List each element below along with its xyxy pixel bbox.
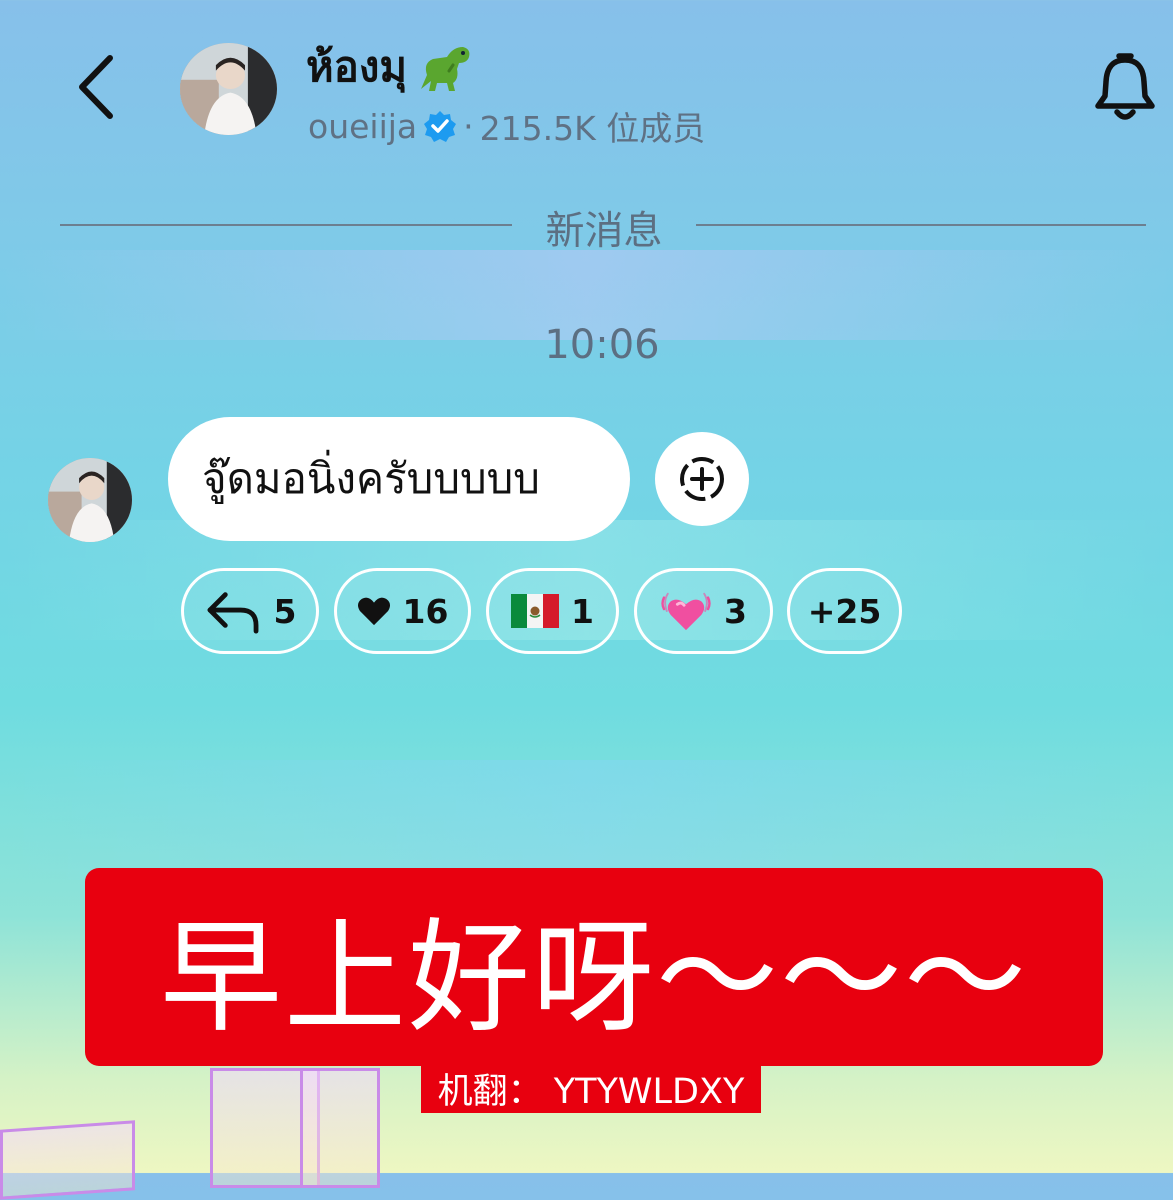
reaction-count: 16	[402, 591, 449, 631]
message-text: จู๊ดมอนิ่งครับบบบบ	[202, 454, 540, 503]
chevron-left-icon	[79, 55, 113, 119]
reaction-more-chip[interactable]: +25	[787, 568, 902, 654]
dinosaur-icon	[413, 39, 473, 95]
reaction-heart-chip[interactable]: 16	[334, 568, 471, 654]
black-heart-icon	[357, 597, 390, 626]
beating-heart-icon	[661, 592, 711, 631]
divider-line	[60, 224, 512, 226]
credit-text: 机翻： YTYWLDXY	[437, 1072, 745, 1112]
decorative-shape	[0, 1120, 135, 1200]
reaction-count: 3	[724, 591, 747, 631]
mexico-flag-icon	[511, 594, 560, 628]
verified-badge-icon	[423, 109, 457, 143]
new-messages-label: 新消息	[545, 209, 663, 254]
member-count: 215.5K 位成员	[479, 109, 706, 148]
owner-name: oueiija	[308, 106, 418, 146]
sender-avatar[interactable]	[48, 458, 132, 542]
notification-button[interactable]	[1092, 52, 1158, 122]
room-meta: oueiija · 215.5K 位成员	[308, 102, 705, 150]
room-name-text: ห้องมุ	[306, 42, 408, 91]
divider-line	[696, 224, 1146, 226]
caption-overlay: 早上好呀～～～	[85, 868, 1103, 1066]
reaction-flag-chip[interactable]: 1	[486, 568, 619, 654]
reaction-count: 5	[273, 591, 297, 631]
room-avatar[interactable]	[180, 43, 277, 135]
reaction-beating-heart-chip[interactable]: 3	[634, 568, 773, 654]
message-timestamp: 10:06	[544, 322, 660, 368]
reaction-more-count: +25	[807, 591, 882, 631]
decorative-shape	[300, 1068, 380, 1188]
background-haze	[0, 760, 1173, 880]
message-bubble[interactable]: จู๊ดมอนิ่งครับบบบบ	[168, 417, 630, 541]
reaction-reply-chip[interactable]: 5	[181, 568, 319, 654]
add-reaction-icon	[680, 457, 724, 501]
caption-text: 早上好呀～～～	[160, 906, 1028, 1049]
room-title: ห้องมุ	[306, 34, 473, 100]
reply-arrow-icon	[207, 592, 258, 634]
add-reaction-button[interactable]	[655, 432, 749, 526]
back-button[interactable]	[70, 52, 122, 122]
translation-credit: 机翻： YTYWLDXY	[421, 1064, 761, 1113]
meta-separator: ·	[463, 106, 474, 146]
bell-icon	[1095, 53, 1155, 120]
reaction-count: 1	[571, 591, 594, 631]
